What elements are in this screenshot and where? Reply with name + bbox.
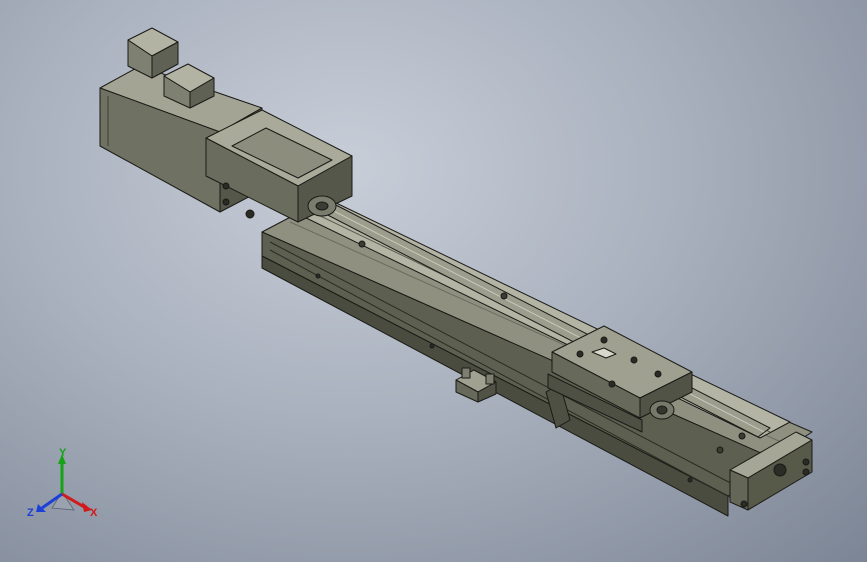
carriage-hole — [576, 350, 584, 358]
rail-top-hole — [500, 292, 508, 300]
rail-front-face — [261, 231, 773, 497]
rail-top-hole — [738, 432, 746, 440]
triad-x-label: X — [90, 507, 98, 519]
carriage-hole — [600, 336, 608, 344]
rail-top-hole — [716, 446, 724, 454]
carriage-hole — [654, 370, 662, 378]
end-cap-hole — [773, 463, 787, 477]
rail-hole — [315, 273, 321, 279]
end-cap-screw — [802, 458, 810, 466]
carriage-hole — [608, 380, 616, 388]
end-cap-screw — [740, 500, 748, 508]
carriage-hole — [630, 356, 638, 364]
end-cap-screw — [802, 468, 810, 476]
triad-z-label: Z — [27, 507, 34, 519]
mount-hole — [222, 198, 230, 206]
cad-viewport[interactable]: Y X Z — [0, 0, 867, 562]
mount-hole — [245, 209, 255, 219]
screw-bearing-core — [315, 201, 329, 211]
sensor-tab — [485, 373, 495, 385]
mount-hole — [222, 182, 230, 190]
rail-hole — [687, 477, 693, 483]
rail-hole — [429, 343, 435, 349]
ball-nut-core — [656, 405, 668, 415]
triad-y-label: Y — [59, 447, 67, 459]
rail-top-hole — [358, 240, 366, 248]
linear-actuator-model[interactable] — [0, 0, 867, 562]
sensor-tab — [461, 367, 471, 379]
orientation-triad: Y X Z — [24, 446, 104, 526]
